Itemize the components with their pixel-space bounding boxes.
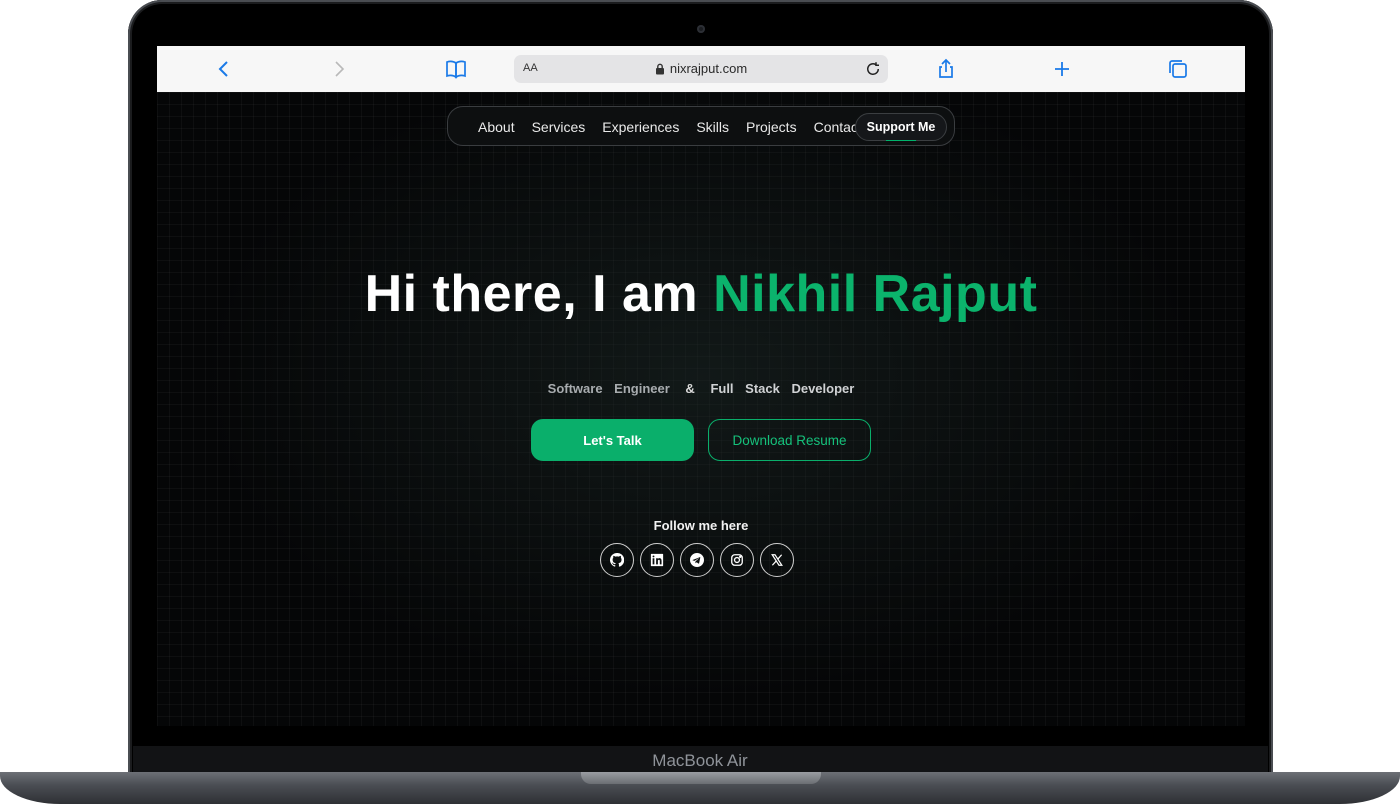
nav-link-projects[interactable]: Projects xyxy=(746,119,797,135)
hero-subtitle: Software Engineer & Full Stack Developer xyxy=(157,381,1245,396)
subtitle-ampersand: & xyxy=(685,381,695,396)
url-display: nixrajput.com xyxy=(514,61,888,78)
download-resume-button[interactable]: Download Resume xyxy=(708,419,871,461)
social-links xyxy=(600,543,794,577)
bookmarks-icon[interactable] xyxy=(444,57,468,81)
forward-icon[interactable] xyxy=(327,57,351,81)
camera xyxy=(697,25,705,33)
url-text: nixrajput.com xyxy=(669,61,748,76)
follow-label: Follow me here xyxy=(653,518,749,533)
nav-link-experiences[interactable]: Experiences xyxy=(602,119,679,135)
browser-toolbar: AA nixrajput.com xyxy=(157,46,1245,92)
lets-talk-button[interactable]: Let's Talk xyxy=(531,419,694,461)
subtitle-role-2: Full Stack Developer xyxy=(710,381,855,396)
nav-link-skills[interactable]: Skills xyxy=(696,119,729,135)
hero-name: Nikhil Rajput xyxy=(713,265,1038,323)
nav-link-services[interactable]: Services xyxy=(532,119,586,135)
support-me-button[interactable]: Support Me xyxy=(855,113,947,141)
laptop-hinge-notch xyxy=(581,772,821,784)
nav-link-about[interactable]: About xyxy=(478,119,515,135)
telegram-icon[interactable] xyxy=(680,543,714,577)
nav-links: About Services Experiences Skills Projec… xyxy=(478,107,879,147)
navbar: About Services Experiences Skills Projec… xyxy=(447,106,955,146)
reload-icon[interactable] xyxy=(864,60,882,78)
lock-icon xyxy=(655,63,665,78)
screen: AA nixrajput.com About Services Experien… xyxy=(157,46,1245,726)
address-bar[interactable]: AA nixrajput.com xyxy=(514,55,888,83)
back-icon[interactable] xyxy=(212,57,236,81)
hero-greeting: Hi there, I am xyxy=(364,265,699,323)
instagram-icon[interactable] xyxy=(720,543,754,577)
web-page: About Services Experiences Skills Projec… xyxy=(157,92,1245,726)
subtitle-role-1: Software Engineer xyxy=(547,381,670,396)
share-icon[interactable] xyxy=(934,57,958,81)
new-tab-icon[interactable] xyxy=(1050,57,1074,81)
tabs-icon[interactable] xyxy=(1166,57,1190,81)
linkedin-icon[interactable] xyxy=(640,543,674,577)
hero-title: Hi there, I am Nikhil Rajput xyxy=(157,264,1245,324)
github-icon[interactable] xyxy=(600,543,634,577)
device-label: MacBook Air xyxy=(652,751,748,770)
x-icon[interactable] xyxy=(760,543,794,577)
